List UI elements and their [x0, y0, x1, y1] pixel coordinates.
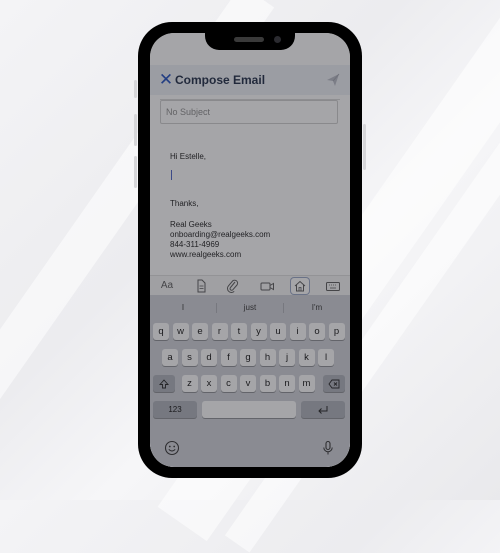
phone-screen: ✕ Compose Email Hi Estelle, Thanks, Real…: [150, 33, 350, 467]
key-u[interactable]: u: [270, 323, 286, 340]
key-q[interactable]: q: [153, 323, 169, 340]
compose-header: ✕ Compose Email: [150, 65, 350, 95]
key-e[interactable]: e: [192, 323, 208, 340]
on-screen-keyboard: I just I'm q w e r t y u i o p a s d f g…: [150, 295, 350, 467]
email-closing: Thanks,: [170, 199, 199, 208]
key-y[interactable]: y: [250, 323, 267, 340]
emoji-icon[interactable]: [164, 440, 180, 456]
key-n[interactable]: n: [279, 375, 295, 392]
key-s[interactable]: s: [181, 349, 198, 366]
key-t[interactable]: t: [231, 323, 247, 340]
document-icon[interactable]: [192, 278, 210, 294]
shift-key[interactable]: [153, 375, 175, 392]
keyboard-icon[interactable]: [324, 278, 342, 294]
numbers-key[interactable]: 123: [153, 401, 197, 418]
microphone-icon[interactable]: [320, 440, 336, 456]
suggestion-item[interactable]: I: [150, 300, 216, 316]
key-l[interactable]: l: [318, 349, 334, 366]
key-w[interactable]: w: [172, 323, 189, 340]
suggestion-item[interactable]: just: [217, 300, 283, 316]
volume-up-button: [134, 114, 137, 146]
return-icon: [318, 405, 328, 414]
key-m[interactable]: m: [298, 375, 315, 392]
key-k[interactable]: k: [298, 349, 315, 366]
video-icon[interactable]: [258, 278, 276, 294]
shift-icon: [158, 378, 170, 388]
suggestion-item[interactable]: I'm: [284, 300, 350, 316]
signature-name: Real Geeks: [170, 220, 212, 229]
return-key[interactable]: [301, 401, 345, 418]
key-f[interactable]: f: [220, 349, 237, 366]
volume-down-button: [134, 156, 137, 188]
page-title: Compose Email: [175, 73, 266, 87]
side-button: [134, 80, 137, 98]
text-format-icon[interactable]: Aa: [158, 278, 176, 294]
key-r[interactable]: r: [211, 323, 228, 340]
close-icon[interactable]: ✕: [158, 71, 174, 89]
text-cursor: [171, 170, 172, 180]
key-a[interactable]: a: [162, 349, 178, 366]
signature-website: www.realgeeks.com: [170, 250, 242, 259]
key-o[interactable]: o: [309, 323, 325, 340]
key-h[interactable]: h: [259, 349, 276, 366]
key-v[interactable]: v: [240, 375, 256, 392]
power-button: [363, 124, 366, 170]
paper-plane-icon[interactable]: [326, 73, 340, 87]
paperclip-icon[interactable]: [224, 278, 242, 294]
backspace-icon: [328, 379, 340, 388]
key-b[interactable]: b: [259, 375, 276, 392]
delete-key[interactable]: [323, 375, 345, 392]
key-c[interactable]: c: [220, 375, 237, 392]
key-i[interactable]: i: [289, 323, 306, 340]
signature-phone: 844-311-4969: [170, 240, 220, 249]
signature-email: onboarding@realgeeks.com: [170, 230, 271, 239]
compose-toolbar: Aa: [150, 275, 350, 296]
subject-input[interactable]: [160, 100, 338, 124]
home-icon[interactable]: [291, 278, 309, 294]
key-j[interactable]: j: [279, 349, 295, 366]
key-p[interactable]: p: [328, 323, 345, 340]
front-camera: [274, 36, 281, 43]
space-key[interactable]: [202, 401, 296, 418]
key-g[interactable]: g: [240, 349, 256, 366]
email-greeting: Hi Estelle,: [170, 152, 207, 161]
key-d[interactable]: d: [201, 349, 217, 366]
key-z[interactable]: z: [181, 375, 198, 392]
speaker-grille: [234, 37, 264, 42]
key-x[interactable]: x: [201, 375, 217, 392]
